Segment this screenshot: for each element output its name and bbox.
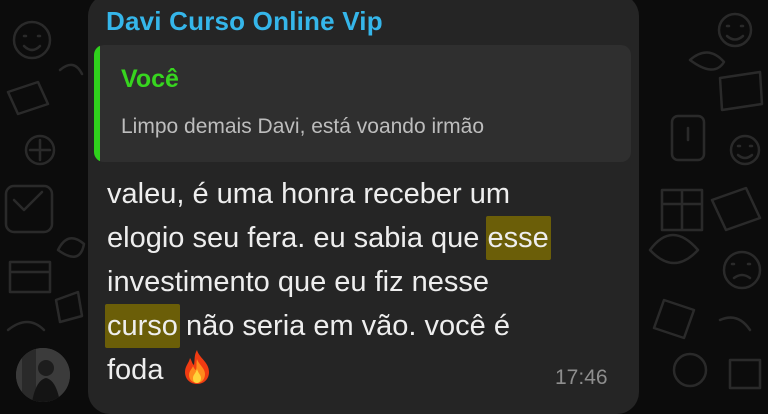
- search-highlight: curso: [105, 304, 180, 348]
- reply-quote[interactable]: Você Limpo demais Davi, está voando irmã…: [94, 45, 631, 162]
- fire-icon: [180, 349, 214, 385]
- sender-avatar[interactable]: [16, 348, 70, 402]
- search-highlight: esse: [485, 216, 551, 260]
- message-line: investimento que eu fiz nesse: [107, 266, 490, 298]
- message-line: curso não seria em vão. você é: [105, 304, 627, 348]
- message-line: foda: [107, 348, 627, 392]
- message-text: valeu, é uma honra receber um elogio seu…: [105, 172, 627, 392]
- reply-text: Limpo demais Davi, está voando irmão: [121, 115, 485, 138]
- avatar-photo: [16, 348, 70, 402]
- message-line: elogio seu fera. eu sabia que esse: [107, 216, 627, 260]
- reply-author: Você: [121, 65, 179, 93]
- sender-name[interactable]: Davi Curso Online Vip: [106, 6, 383, 37]
- message-timestamp: 17:46: [555, 366, 608, 389]
- reply-accent-bar: [94, 45, 100, 162]
- message-line: valeu, é uma honra receber um: [107, 178, 510, 210]
